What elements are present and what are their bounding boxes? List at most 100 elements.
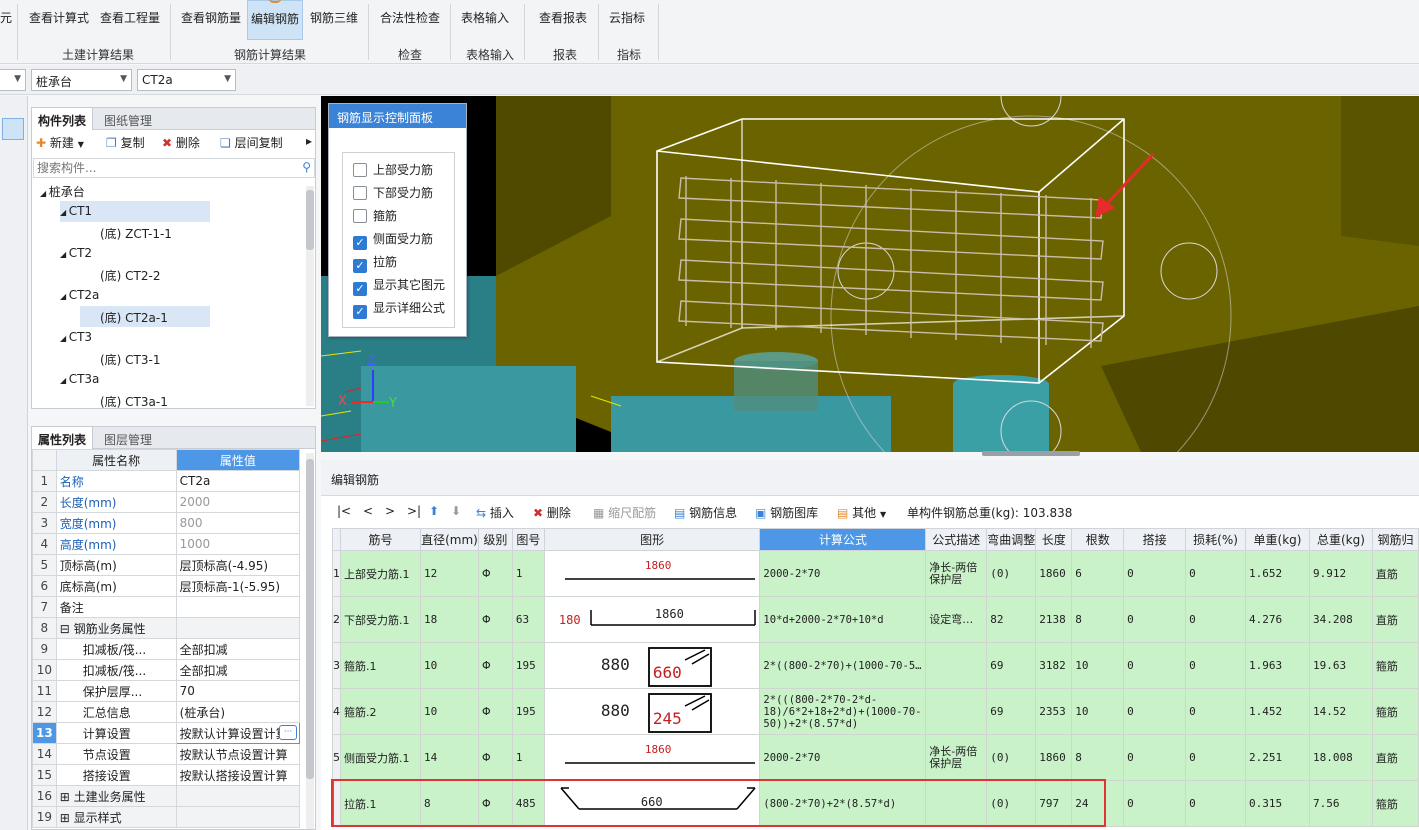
property-row[interactable]: 15 搭接设置 按默认搭接设置计算 (32, 764, 301, 786)
rebar-lap-cell[interactable]: 0 (1123, 550, 1187, 597)
property-value[interactable]: 1000 (175, 533, 301, 555)
rebar-loss-cell[interactable]: 0 (1185, 642, 1247, 689)
rebar-library-button[interactable]: ▣ 钢筋图库 (755, 504, 818, 521)
property-scrollbar[interactable] (306, 453, 314, 829)
property-row[interactable]: 10 扣减板/筏... 全部扣减 (32, 659, 301, 681)
rebar-fig-cell[interactable]: 63 (511, 596, 545, 643)
tree-item[interactable]: ◢ CT3 (60, 327, 210, 348)
rebar-len-cell[interactable]: 1860 (1035, 550, 1073, 597)
rebar-desc-cell[interactable] (925, 688, 988, 735)
rebar-formula-cell[interactable]: 2*((800-2*70)+(1000-70-5… (759, 642, 927, 689)
rebar-total-cell[interactable]: 19.63 (1308, 642, 1373, 689)
tab-layer-manage[interactable]: 图层管理 (98, 427, 158, 449)
rebar-row[interactable]: 2 下部受力筋.1 18 Φ 63 1860 180 10*d+2000-2*70+10*d 设… (332, 596, 1419, 643)
tree-expand-icon[interactable]: ◢ (60, 334, 69, 343)
rebar-shape-cell[interactable]: 880 245 (543, 688, 761, 735)
delete-button[interactable]: ✖ 删除 (162, 131, 200, 153)
component-name-select[interactable]: CT2a ▼ (137, 69, 236, 91)
table-input-button[interactable]: 表格输入 (458, 0, 512, 40)
grid-column-header[interactable]: 图形 (543, 528, 761, 551)
property-value[interactable]: CT2a (175, 470, 301, 492)
rebar-total-cell[interactable]: 7.56 (1308, 780, 1373, 827)
tree-expand-icon[interactable]: ◢ (60, 292, 69, 301)
property-value[interactable]: 层顶标高-1(-5.95) (175, 575, 301, 597)
rebar-grade-cell[interactable]: Φ (477, 642, 513, 689)
rebar-fig-cell[interactable]: 195 (511, 688, 545, 735)
nav-prev-button[interactable]: < (363, 504, 373, 518)
tree-item[interactable]: (底) CT2-2 (80, 264, 210, 285)
grid-column-header[interactable]: 公式描述 (925, 528, 988, 551)
tree-expand-icon[interactable]: ◢ (60, 376, 69, 385)
rebar-formula-cell[interactable]: 2*(((800-2*70-2*d-18)/6*2+18+2*d)+(1000-… (759, 688, 927, 735)
rebar-cat-cell[interactable]: 箍筋 (1371, 688, 1419, 735)
checkbox[interactable]: ✓ (353, 305, 367, 319)
rebar-len-cell[interactable]: 2353 (1035, 688, 1073, 735)
view-quantity-button[interactable]: 查看工程量 (98, 0, 162, 40)
rebar-name-cell[interactable]: 箍筋.2 (340, 688, 421, 735)
grid-column-header[interactable]: 损耗(%) (1185, 528, 1247, 551)
scale-rebar-button[interactable]: ▦ 缩尺配筋 (593, 504, 656, 521)
rebar-shape-cell[interactable]: 1860 (543, 550, 761, 597)
grid-column-header[interactable]: 钢筋归 (1371, 528, 1419, 551)
tree-item[interactable]: (底) CT2a-1 (80, 306, 210, 327)
rebar-dia-cell[interactable]: 14 (419, 734, 479, 781)
grid-column-header[interactable]: 级别 (477, 528, 513, 551)
rebar-toggle-option[interactable]: ✓ 显示详细公式 (353, 299, 445, 319)
rebar-dia-cell[interactable]: 18 (419, 596, 479, 643)
rebar-count-cell[interactable]: 10 (1071, 642, 1125, 689)
rebar-bend-cell[interactable]: (0) (986, 734, 1037, 781)
rebar-fig-cell[interactable]: 1 (511, 734, 545, 781)
tree-item[interactable]: ◢ CT1 (60, 201, 210, 222)
rebar-3d-view[interactable]: Z X Y (321, 96, 1419, 452)
property-value[interactable] (175, 617, 301, 639)
view-rebar-button[interactable]: 查看钢筋量 (178, 0, 244, 40)
tree-item[interactable]: (底) CT3-1 (80, 348, 210, 369)
property-value[interactable]: 层顶标高(-4.95) (175, 554, 301, 576)
nav-first-button[interactable]: |< (337, 504, 351, 518)
rebar-unit-cell[interactable]: 2.251 (1245, 734, 1310, 781)
rebar-total-cell[interactable]: 9.912 (1308, 550, 1373, 597)
cloud-index-button[interactable]: 云指标 (606, 0, 648, 40)
tab-drawing-manage[interactable]: 图纸管理 (98, 108, 158, 130)
rebar-shape-cell[interactable]: 880 660 (543, 642, 761, 689)
rebar-lap-cell[interactable]: 0 (1123, 596, 1187, 643)
tree-expand-icon[interactable]: ◢ (60, 208, 69, 217)
move-down-icon[interactable]: ⬇ (451, 504, 461, 518)
scrollbar-thumb[interactable] (306, 459, 314, 779)
grid-column-header[interactable]: 搭接 (1123, 528, 1187, 551)
rebar-loss-cell[interactable]: 0 (1185, 734, 1247, 781)
property-value[interactable]: 2000 (175, 491, 301, 513)
property-row[interactable]: 7 备注 (32, 596, 301, 618)
rebar-cat-cell[interactable]: 直筋 (1371, 550, 1419, 597)
tree-expand-icon[interactable]: ◢ (40, 189, 49, 198)
rebar-count-cell[interactable]: 8 (1071, 596, 1125, 643)
property-value[interactable]: (桩承台) (175, 701, 301, 723)
rebar-fig-cell[interactable]: 195 (511, 642, 545, 689)
rebar-bend-cell[interactable]: 82 (986, 596, 1037, 643)
rebar-desc-cell[interactable]: 设定弯… (925, 596, 988, 643)
checkbox[interactable] (353, 163, 367, 177)
rebar-desc-cell[interactable]: 净长-两倍保护层 (925, 550, 988, 597)
nav-last-button[interactable]: >| (407, 504, 421, 518)
rebar-desc-cell[interactable] (925, 642, 988, 689)
grid-column-header[interactable]: 弯曲调整 (986, 528, 1037, 551)
tree-item[interactable]: ◢ CT2 (60, 243, 210, 264)
property-row[interactable]: 8 ⊟ 钢筋业务属性 (32, 617, 301, 639)
rebar-unit-cell[interactable]: 0.315 (1245, 780, 1310, 827)
other-button[interactable]: ▤ 其他 ▼ (837, 504, 886, 521)
view-formula-button[interactable]: 查看计算式 (26, 0, 92, 40)
rebar-grade-cell[interactable]: Φ (477, 550, 513, 597)
rebar-toggle-option[interactable]: 箍筋 (353, 207, 397, 227)
tree-item[interactable]: (底) CT3a-1 (80, 390, 210, 408)
rebar-row[interactable]: 1 上部受力筋.1 12 Φ 1 1860 2000-2*70 净长-两倍保护层 (0) 1860… (332, 550, 1419, 597)
rebar-row[interactable]: 5 侧面受力筋.1 14 Φ 1 1860 2000-2*70 净长-两倍保护层 (0) 1860… (332, 734, 1419, 781)
rebar-len-cell[interactable]: 2138 (1035, 596, 1073, 643)
rebar-toggle-option[interactable]: 上部受力筋 (353, 161, 433, 181)
rebar-loss-cell[interactable]: 0 (1185, 780, 1247, 827)
search-icon[interactable]: ⚲ (302, 160, 311, 174)
tab-component-list[interactable]: 构件列表 (32, 108, 94, 130)
property-row[interactable]: 12 汇总信息 (桩承台) (32, 701, 301, 723)
property-value[interactable] (175, 596, 301, 618)
tree-scrollbar[interactable] (306, 186, 314, 406)
rebar-loss-cell[interactable]: 0 (1185, 688, 1247, 735)
